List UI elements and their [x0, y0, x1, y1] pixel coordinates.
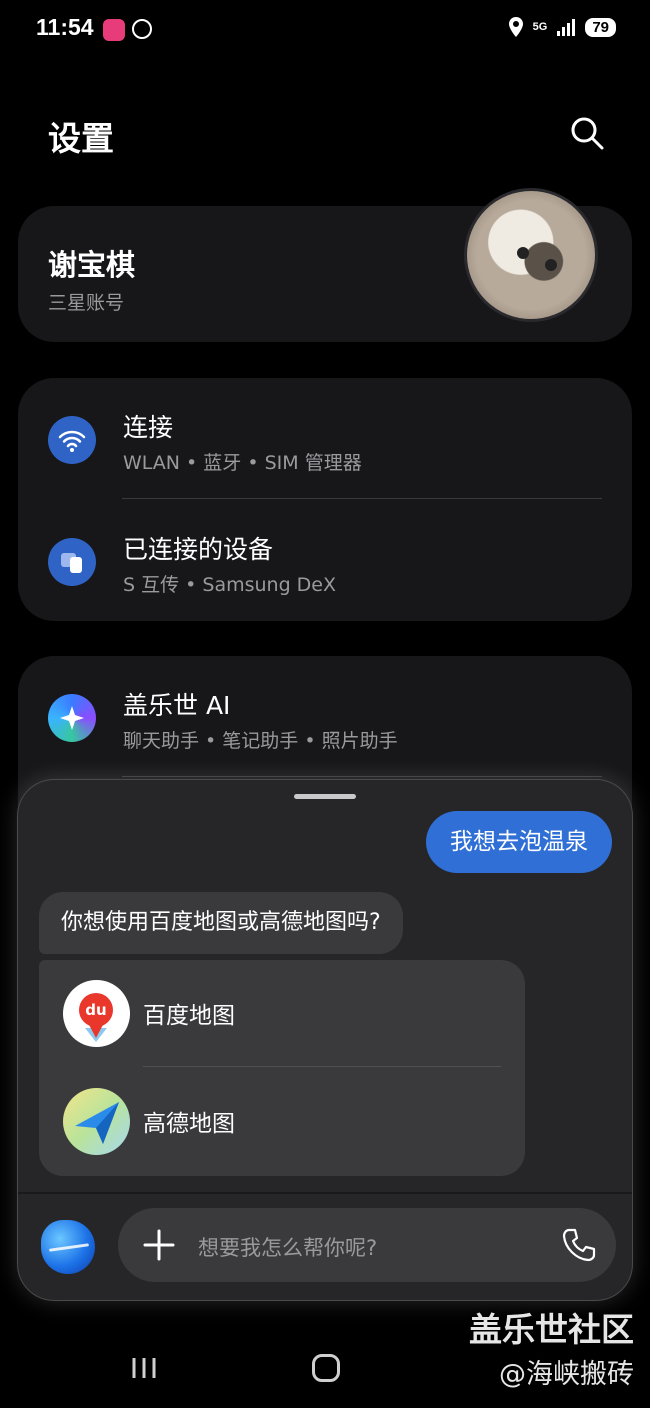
- account-card[interactable]: 谢宝棋 三星账号: [18, 188, 632, 342]
- home-button[interactable]: [312, 1354, 340, 1382]
- assistant-message-bubble: 你想使用百度地图或高德地图吗?: [39, 892, 403, 954]
- notification-check-icon: [132, 19, 152, 39]
- search-icon[interactable]: [568, 114, 606, 152]
- page-title: 设置: [48, 119, 114, 158]
- watermark-title: 盖乐世社区: [469, 1310, 634, 1349]
- baidu-maps-icon: du: [63, 980, 130, 1047]
- divider: [18, 1192, 632, 1194]
- settings-item-description: S 互传 • Samsung DeX: [123, 574, 337, 596]
- divider: [122, 776, 602, 777]
- settings-item-connected-devices[interactable]: 已连接的设备 S 互传 • Samsung DeX: [18, 500, 632, 620]
- connected-devices-icon: [48, 538, 96, 586]
- avatar[interactable]: [464, 188, 598, 322]
- settings-item-galaxy-ai[interactable]: 盖乐世 AI 聊天助手 • 笔记助手 • 照片助手: [18, 656, 632, 776]
- settings-item-description: WLAN • 蓝牙 • SIM 管理器: [123, 452, 362, 474]
- settings-group-connections: 连接 WLAN • 蓝牙 • SIM 管理器 已连接的设备 S 互传 • Sam…: [18, 378, 632, 621]
- watermark-author: @海峡搬砖: [499, 1359, 634, 1390]
- notification-app-icon: [103, 19, 125, 41]
- signal-icon: [557, 18, 576, 36]
- recent-apps-icon[interactable]: [130, 1356, 158, 1380]
- assistant-orb-icon[interactable]: [41, 1220, 95, 1274]
- network-type: 5G: [532, 20, 548, 33]
- user-message-bubble: 我想去泡温泉: [426, 811, 612, 873]
- assistant-input-placeholder: 想要我怎么帮你呢?: [198, 1236, 378, 1260]
- settings-item-label: 连接: [123, 413, 174, 442]
- option-amap[interactable]: 高德地图: [39, 1068, 525, 1176]
- svg-text:du: du: [85, 1001, 106, 1019]
- assistant-sheet: 我想去泡温泉 你想使用百度地图或高德地图吗? du 百度地图 高德地图 想要我怎…: [18, 780, 632, 1300]
- option-label: 百度地图: [143, 1003, 235, 1029]
- avatar-detail: [517, 247, 529, 259]
- location-icon: [508, 17, 523, 37]
- amap-icon: [63, 1088, 130, 1155]
- settings-item-label: 盖乐世 AI: [123, 691, 231, 720]
- add-icon[interactable]: [142, 1228, 176, 1262]
- sparkle-icon: [48, 694, 96, 742]
- assistant-input[interactable]: 想要我怎么帮你呢?: [118, 1208, 616, 1282]
- divider: [122, 498, 602, 499]
- account-subtitle: 三星账号: [48, 292, 125, 314]
- drag-handle[interactable]: [294, 794, 356, 799]
- battery-level: 79: [585, 17, 616, 37]
- avatar-detail: [545, 259, 557, 271]
- map-options-list: du 百度地图 高德地图: [39, 960, 525, 1176]
- status-bar: 11:54 5G 79: [0, 0, 650, 60]
- option-label: 高德地图: [143, 1111, 235, 1137]
- settings-item-connections[interactable]: 连接 WLAN • 蓝牙 • SIM 管理器: [18, 378, 632, 498]
- settings-item-label: 已连接的设备: [123, 535, 274, 564]
- divider: [143, 1066, 501, 1067]
- phone-icon[interactable]: [560, 1226, 598, 1264]
- status-indicators: 5G 79: [508, 17, 616, 37]
- status-time: 11:54: [36, 14, 94, 40]
- settings-item-description: 聊天助手 • 笔记助手 • 照片助手: [123, 730, 398, 752]
- wifi-icon: [48, 416, 96, 464]
- option-baidu-maps[interactable]: du 百度地图: [39, 960, 525, 1068]
- account-name: 谢宝棋: [48, 248, 136, 282]
